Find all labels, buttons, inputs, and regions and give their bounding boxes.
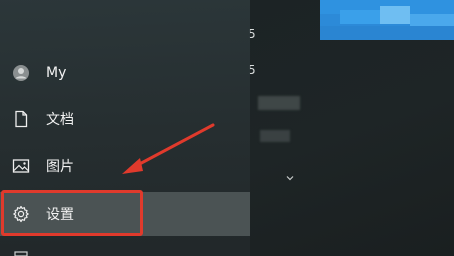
gear-icon (12, 205, 30, 223)
start-item-pictures[interactable]: 图片 (0, 147, 250, 185)
start-item-label: 设置 (46, 207, 74, 223)
chevron-down-icon[interactable] (285, 168, 295, 181)
user-avatar-icon (12, 64, 30, 82)
start-item-label: 图片 (46, 159, 74, 175)
start-item-label: 文档 (46, 112, 74, 128)
start-menu-panel: My 文档 图片 设置 (0, 0, 250, 256)
blurred-block (258, 96, 300, 110)
start-item-label: My (46, 65, 67, 81)
start-item-documents[interactable]: 文档 (0, 100, 250, 138)
image-icon (12, 157, 30, 175)
blurred-thumbnail (320, 0, 454, 40)
start-item-settings[interactable]: 设置 (0, 192, 250, 236)
document-icon (12, 110, 30, 128)
screenshot-root: 5 5 My 文档 图片 设置 (0, 0, 454, 256)
start-item-user[interactable]: My (0, 54, 250, 92)
partial-icon (12, 243, 30, 256)
start-item-partial[interactable] (0, 240, 250, 256)
blurred-block (260, 130, 290, 142)
